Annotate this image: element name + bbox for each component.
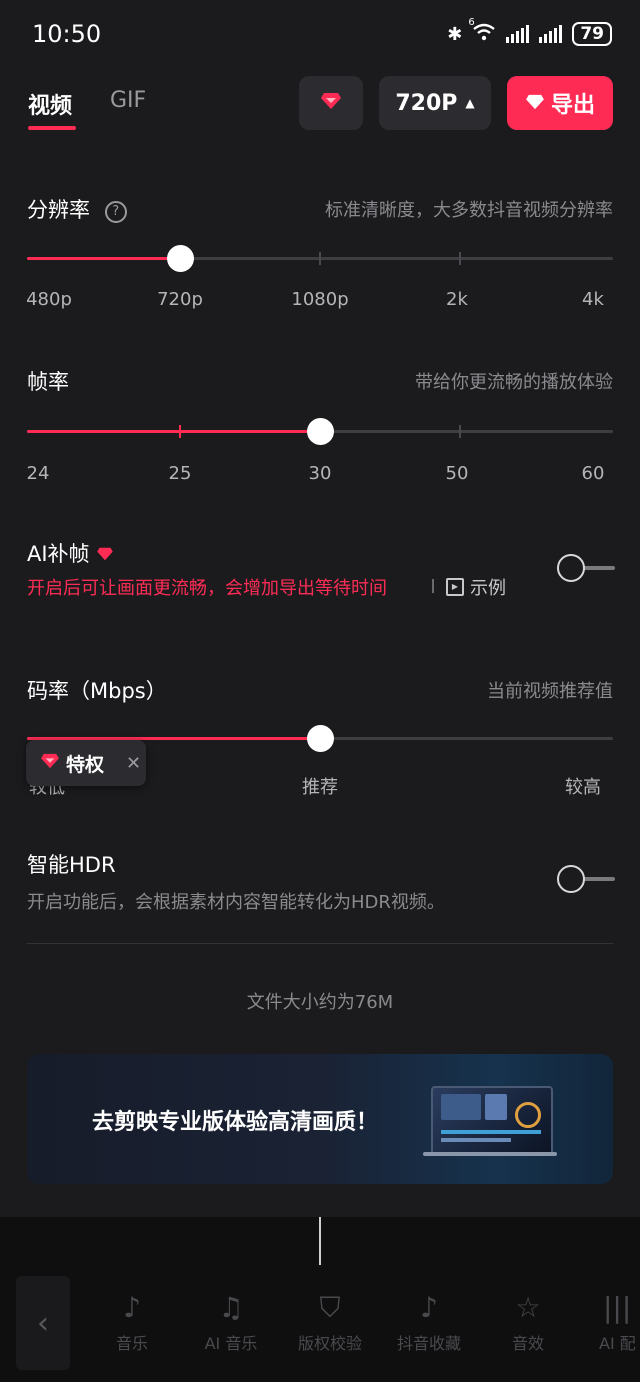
wifi-badge: 6 xyxy=(468,16,475,28)
export-button[interactable]: 导出 xyxy=(507,76,613,130)
tool-ai-music[interactable]: ♫ AI 音乐 xyxy=(186,1290,276,1354)
status-icons: ✱ 6 79 xyxy=(447,17,612,46)
wifi-icon: 6 xyxy=(468,17,496,46)
tool-ai-music-label: AI 音乐 xyxy=(204,1334,258,1353)
play-icon: ▶ xyxy=(446,578,464,596)
music-note-icon: ♪ xyxy=(123,1291,141,1324)
bitrate-desc: 当前视频推荐值 xyxy=(487,681,613,702)
resolution-tick-label: 720p xyxy=(157,289,203,310)
resolution-tick-label: 4k xyxy=(582,289,604,310)
framerate-slider[interactable] xyxy=(27,418,613,445)
tab-gif[interactable]: GIF xyxy=(110,88,146,113)
separator xyxy=(432,579,434,593)
resolution-slider[interactable] xyxy=(27,245,613,272)
resolution-slider-fill xyxy=(27,257,180,260)
toggle-knob xyxy=(557,865,585,893)
tool-douyin-favorites[interactable]: ♪ 抖音收藏 xyxy=(384,1290,474,1354)
slider-tick xyxy=(459,252,461,265)
file-size-estimate: 文件大小约为76M xyxy=(246,992,394,1013)
bluetooth-icon: ✱ xyxy=(447,23,463,45)
divider xyxy=(27,943,613,944)
tool-sound-effects[interactable]: ☆ 音效 xyxy=(483,1290,573,1354)
resolution-title-text: 分辨率 xyxy=(27,198,90,222)
framerate-tick-label: 50 xyxy=(445,463,469,484)
close-icon[interactable]: ✕ xyxy=(126,753,141,774)
resolution-tick-label: 2k xyxy=(446,289,468,310)
resolution-slider-thumb[interactable] xyxy=(167,245,194,272)
bitrate-tick-label: 推荐 xyxy=(302,777,338,798)
privilege-badge[interactable]: 特权 ✕ xyxy=(26,740,146,786)
export-label: 导出 xyxy=(550,93,595,118)
back-chevron-icon[interactable]: ‹ xyxy=(16,1276,70,1370)
battery-indicator: 79 xyxy=(572,22,612,46)
status-time: 10:50 xyxy=(32,20,102,48)
caret-up-icon: ▲ xyxy=(465,96,475,110)
resolution-desc: 标准清晰度，大多数抖音视频分辨率 xyxy=(325,200,613,221)
resolution-tick-label: 1080p xyxy=(291,289,349,310)
ai-frame-title-text: AI补帧 xyxy=(27,542,90,566)
signal-icon-1 xyxy=(506,25,530,43)
framerate-title: 帧率 xyxy=(27,370,69,394)
gem-icon xyxy=(40,752,60,774)
tool-copyright-check[interactable]: ⛉ 版权校验 xyxy=(285,1290,375,1354)
slider-tick xyxy=(459,425,461,438)
resolution-tick-label: 480p xyxy=(26,289,72,310)
hdr-desc: 开启功能后，会根据素材内容智能转化为HDR视频。 xyxy=(27,892,445,913)
resolution-dropdown-label: 720P xyxy=(395,90,458,116)
tool-ai-dub[interactable]: ||| AI 配 xyxy=(575,1290,640,1354)
laptop-illustration xyxy=(431,1086,553,1156)
laptop-base xyxy=(423,1152,557,1156)
waveform-icon: ||| xyxy=(603,1291,632,1324)
banner-text: 去剪映专业版体验高清画质！ xyxy=(92,1110,379,1135)
bitrate-tick-label: 较高 xyxy=(565,777,601,798)
toggle-knob xyxy=(557,554,585,582)
douyin-icon: ♪ xyxy=(420,1291,438,1324)
resolution-title: 分辨率 ? xyxy=(27,194,127,224)
framerate-tick-label: 30 xyxy=(308,463,332,484)
playhead[interactable] xyxy=(319,1217,321,1265)
ai-frame-toggle[interactable] xyxy=(557,554,615,582)
tool-ai-dub-label: AI 配 xyxy=(599,1334,636,1353)
hdr-title: 智能HDR xyxy=(27,853,116,877)
ai-music-icon: ♫ xyxy=(218,1291,244,1324)
help-icon[interactable]: ? xyxy=(104,201,127,223)
gem-icon xyxy=(96,542,114,566)
pro-version-banner[interactable]: 去剪映专业版体验高清画质！ xyxy=(27,1054,613,1184)
ai-frame-title: AI补帧 xyxy=(27,538,114,568)
framerate-desc: 带给你更流畅的播放体验 xyxy=(415,372,613,393)
framerate-tick-label: 24 xyxy=(26,463,50,484)
example-link[interactable]: ▶ 示例 xyxy=(446,574,506,600)
bitrate-slider-thumb[interactable] xyxy=(307,725,334,752)
tool-copyright-label: 版权校验 xyxy=(297,1334,362,1353)
tool-sfx-label: 音效 xyxy=(511,1334,544,1353)
tab-underline xyxy=(28,126,76,130)
framerate-tick-label: 25 xyxy=(168,463,192,484)
gem-icon xyxy=(525,91,545,116)
example-label: 示例 xyxy=(470,578,506,599)
slider-tick xyxy=(179,425,181,438)
signal-icon-2 xyxy=(539,25,563,43)
framerate-tick-label: 60 xyxy=(581,463,605,484)
copyright-shield-icon: ⛉ xyxy=(319,1291,341,1324)
hdr-toggle[interactable] xyxy=(557,865,615,893)
tab-video[interactable]: 视频 xyxy=(28,88,72,120)
bitrate-title: 码率（Mbps） xyxy=(27,679,167,703)
gem-icon xyxy=(320,92,342,114)
ai-frame-desc: 开启后可让画面更流畅，会增加导出等待时间 xyxy=(27,578,387,599)
privilege-badge-label: 特权 xyxy=(66,753,105,776)
framerate-slider-fill xyxy=(27,430,320,433)
resolution-dropdown[interactable]: 720P ▲ xyxy=(379,76,491,130)
star-sfx-icon: ☆ xyxy=(515,1291,541,1324)
tool-douyin-label: 抖音收藏 xyxy=(396,1334,461,1353)
framerate-slider-thumb[interactable] xyxy=(307,418,334,445)
vip-gem-button[interactable] xyxy=(299,76,363,130)
slider-tick xyxy=(319,252,321,265)
tool-music[interactable]: ♪ 音乐 xyxy=(87,1290,177,1354)
tool-music-label: 音乐 xyxy=(115,1334,148,1353)
